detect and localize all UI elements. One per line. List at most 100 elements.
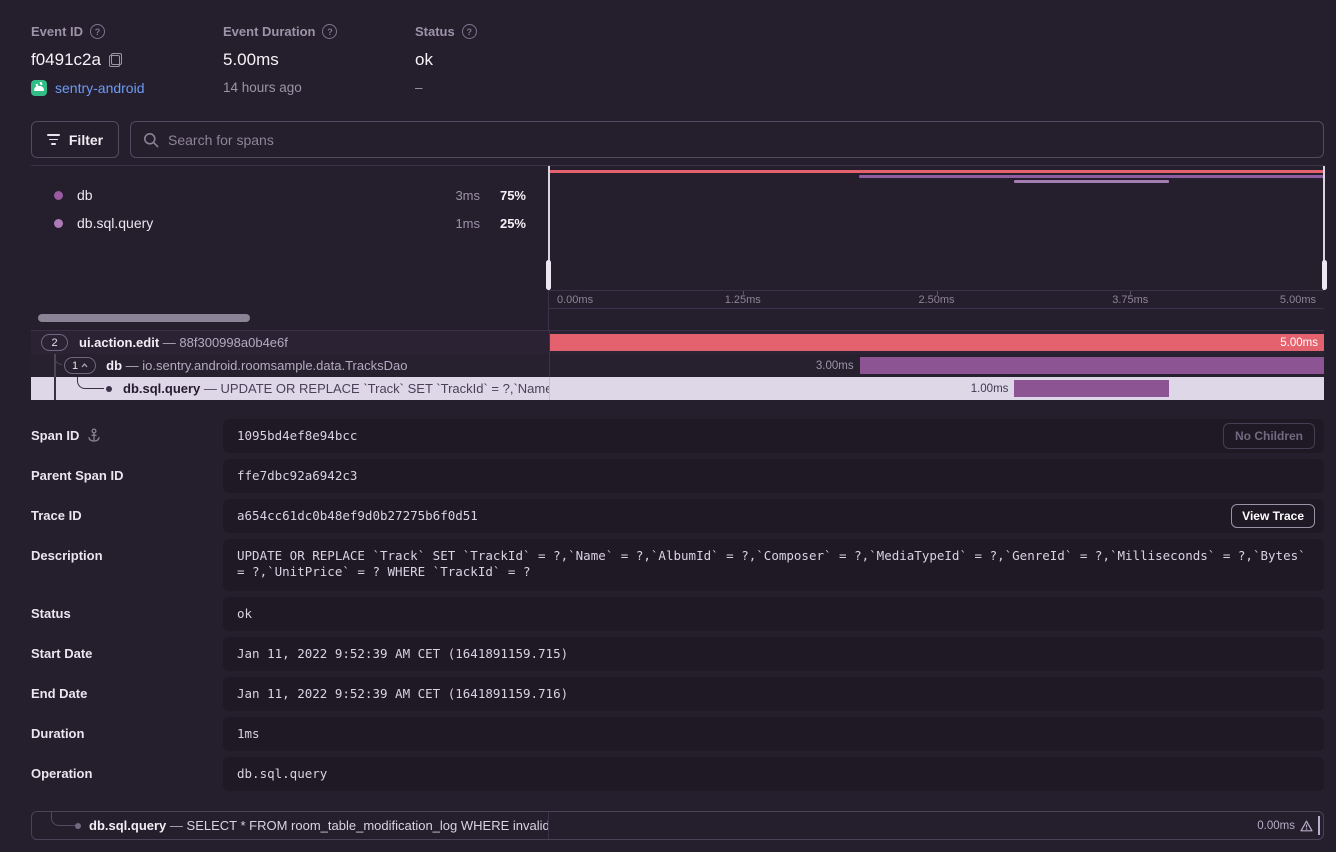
warning-icon[interactable] bbox=[1300, 820, 1313, 832]
span-duration-bar[interactable] bbox=[1014, 380, 1169, 397]
child-count: 1 bbox=[72, 360, 78, 372]
event-id-label: Event ID bbox=[31, 24, 83, 39]
toolbar: Filter bbox=[31, 121, 1324, 158]
project-row: sentry-android bbox=[31, 80, 223, 96]
event-id-value-row: f0491c2a bbox=[31, 50, 223, 70]
trace-minimap-section: db 3ms 75% db.sql.query 1ms 25% bbox=[31, 165, 1324, 331]
detail-label: Description bbox=[31, 539, 223, 591]
minimap-canvas[interactable] bbox=[549, 166, 1324, 290]
help-icon[interactable] bbox=[322, 24, 337, 39]
op-desc-separator: — bbox=[170, 818, 183, 833]
child-count-badge[interactable]: 1 bbox=[64, 357, 96, 374]
tree-connector-line bbox=[54, 377, 56, 400]
span-op: db.sql.query bbox=[89, 818, 166, 833]
span-details-panel: Span ID 1095bd4ef8e94bcc No Children Par… bbox=[31, 419, 1324, 797]
axis-tick-label: 2.50ms bbox=[918, 294, 954, 306]
filter-button[interactable]: Filter bbox=[31, 121, 119, 158]
op-color-dot bbox=[54, 219, 63, 228]
view-trace-button[interactable]: View Trace bbox=[1231, 504, 1315, 528]
op-breakdown-panel: db 3ms 75% db.sql.query 1ms 25% bbox=[31, 166, 549, 330]
span-op: db bbox=[106, 358, 122, 373]
op-color-dot bbox=[54, 191, 63, 200]
span-row-title-cell: 2 ui.action.edit — 88f300998a0b4e6f bbox=[31, 331, 549, 354]
time-axis: 0.00ms 1.25ms 2.50ms 3.75ms 5.00ms bbox=[549, 290, 1324, 309]
span-row-db[interactable]: 1 db — io.sentry.android.roomsample.data… bbox=[31, 354, 1324, 377]
span-id-value: 1095bd4ef8e94bcc bbox=[237, 428, 357, 443]
detail-row-span-id: Span ID 1095bd4ef8e94bcc No Children bbox=[31, 419, 1324, 453]
detail-label: Duration bbox=[31, 717, 223, 751]
search-icon bbox=[143, 132, 159, 148]
event-id-label-row: Event ID bbox=[31, 24, 223, 39]
legend-row-db: db 3ms 75% bbox=[31, 181, 548, 209]
minimap-span-line bbox=[1014, 180, 1169, 183]
minimap-span-line bbox=[859, 175, 1324, 178]
search-input[interactable] bbox=[168, 132, 1311, 148]
detail-row-trace-id: Trace ID a654cc61dc0b48ef9d0b27275b6f0d5… bbox=[31, 499, 1324, 533]
trace-id-value: a654cc61dc0b48ef9d0b27275b6f0d51 bbox=[237, 508, 478, 523]
axis-tick-label: 3.75ms bbox=[1112, 294, 1148, 306]
project-link[interactable]: sentry-android bbox=[55, 80, 145, 96]
axis-tick-label: 0.00ms bbox=[557, 294, 593, 306]
anchor-icon[interactable] bbox=[87, 428, 101, 443]
filter-icon bbox=[47, 134, 60, 144]
detail-label: Operation bbox=[31, 757, 223, 791]
span-duration-bar[interactable]: 5.00ms bbox=[550, 334, 1324, 351]
filter-button-label: Filter bbox=[69, 132, 103, 148]
viewport-right-handle[interactable] bbox=[1322, 260, 1327, 290]
status-sub: – bbox=[415, 80, 607, 95]
span-row-bar-cell: 1.00ms bbox=[549, 377, 1324, 400]
span-op: db.sql.query bbox=[123, 381, 200, 396]
axis-tick-label: 5.00ms bbox=[1280, 294, 1316, 306]
detail-value: ok bbox=[223, 597, 1324, 631]
event-id-value: f0491c2a bbox=[31, 50, 101, 70]
tree-leaf-dot bbox=[106, 386, 112, 392]
span-row-title-cell: db.sql.query — UPDATE OR REPLACE `Track`… bbox=[31, 377, 549, 400]
span-detail-page: Event ID f0491c2a sentry-android Event D… bbox=[0, 0, 1336, 852]
detail-row-operation: Operation db.sql.query bbox=[31, 757, 1324, 791]
span-duration-bar[interactable] bbox=[860, 357, 1324, 374]
horizontal-scrollbar[interactable] bbox=[38, 314, 250, 322]
detail-row-status: Status ok bbox=[31, 597, 1324, 631]
detail-value: Jan 11, 2022 9:52:39 AM CET (1641891159.… bbox=[223, 677, 1324, 711]
event-header: Event ID f0491c2a sentry-android Event D… bbox=[31, 24, 1324, 104]
op-percentage: 25% bbox=[490, 216, 526, 231]
status-block: Status ok – bbox=[415, 24, 607, 95]
detail-label: End Date bbox=[31, 677, 223, 711]
span-search-bar[interactable] bbox=[130, 121, 1324, 158]
android-project-icon bbox=[31, 80, 47, 96]
span-desc: UPDATE OR REPLACE `Track` SET `TrackId` … bbox=[221, 381, 549, 396]
op-desc-separator: — bbox=[204, 381, 217, 396]
span-row-bar-cell: 3.00ms bbox=[549, 354, 1324, 377]
event-age: 14 hours ago bbox=[223, 80, 415, 95]
viewport-left-handle[interactable] bbox=[546, 260, 551, 290]
detail-value: db.sql.query bbox=[223, 757, 1324, 791]
span-row-ui-action-edit[interactable]: 2 ui.action.edit — 88f300998a0b4e6f 5.00… bbox=[31, 331, 1324, 354]
detail-row-start-date: Start Date Jan 11, 2022 9:52:39 AM CET (… bbox=[31, 637, 1324, 671]
copy-icon[interactable] bbox=[109, 53, 122, 67]
op-name: db bbox=[77, 187, 93, 203]
detail-value: UPDATE OR REPLACE `Track` SET `TrackId` … bbox=[223, 539, 1324, 591]
detail-label: Start Date bbox=[31, 637, 223, 671]
span-duration-label: 1.00ms bbox=[971, 383, 1009, 395]
op-duration: 1ms bbox=[442, 216, 480, 231]
span-row-title-cell: 1 db — io.sentry.android.roomsample.data… bbox=[31, 354, 549, 377]
next-span-row[interactable]: db.sql.query — SELECT * FROM room_table_… bbox=[31, 811, 1324, 840]
chevron-up-icon bbox=[81, 363, 88, 368]
event-duration-label-row: Event Duration bbox=[223, 24, 415, 39]
legend-row-db-sql-query: db.sql.query 1ms 25% bbox=[31, 209, 548, 237]
op-percentage: 75% bbox=[490, 188, 526, 203]
span-duration-label: 3.00ms bbox=[816, 360, 854, 372]
tree-connector-elbow bbox=[77, 377, 104, 389]
help-icon[interactable] bbox=[90, 24, 105, 39]
detail-value: Jan 11, 2022 9:52:39 AM CET (1641891159.… bbox=[223, 637, 1324, 671]
child-count-badge[interactable]: 2 bbox=[41, 334, 68, 351]
event-duration-label: Event Duration bbox=[223, 24, 315, 39]
span-row-db-sql-query-selected[interactable]: db.sql.query — UPDATE OR REPLACE `Track`… bbox=[31, 377, 1324, 400]
op-duration: 3ms bbox=[442, 188, 480, 203]
axis-tick-label: 1.25ms bbox=[725, 294, 761, 306]
help-icon[interactable] bbox=[462, 24, 477, 39]
detail-label: Span ID bbox=[31, 419, 223, 453]
event-duration-block: Event Duration 5.00ms 14 hours ago bbox=[223, 24, 415, 95]
detail-label: Trace ID bbox=[31, 499, 223, 533]
span-desc: SELECT * FROM room_table_modification_lo… bbox=[187, 818, 549, 833]
